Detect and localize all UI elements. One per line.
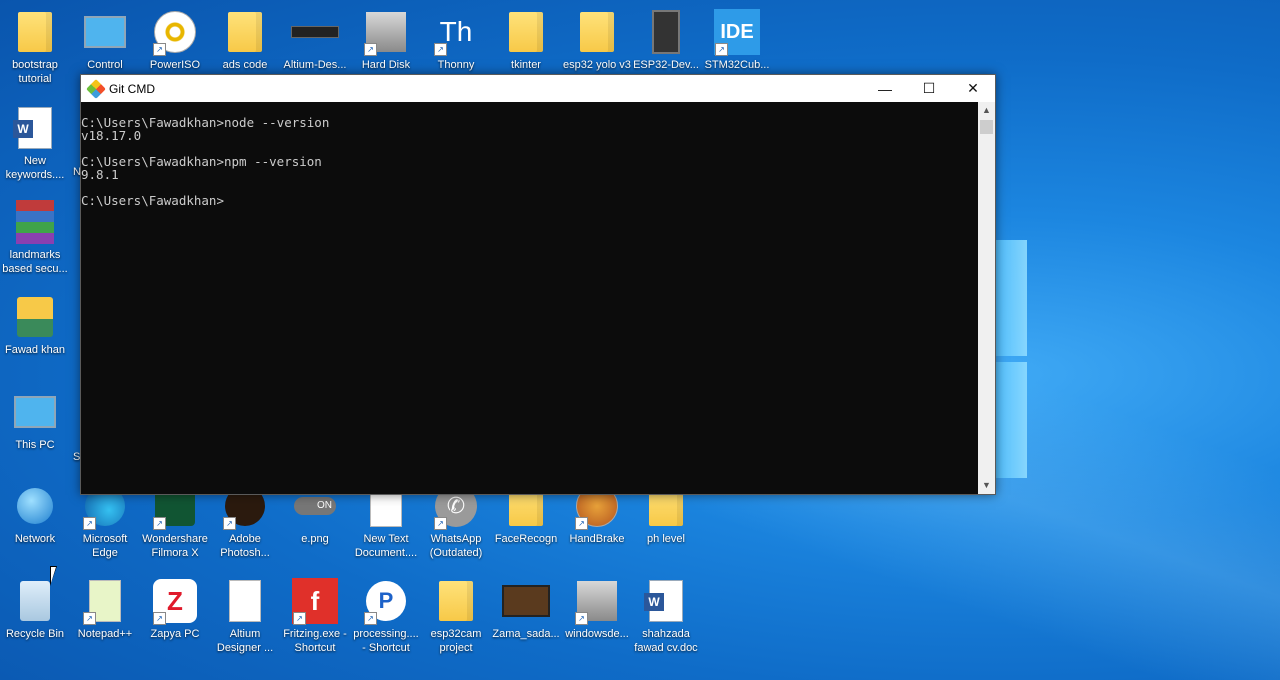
recycle-bin-icon — [20, 581, 50, 621]
console-prompt[interactable]: C:\Users\Fawadkhan> — [81, 194, 979, 207]
altium-icon — [291, 26, 339, 38]
folder-icon — [18, 12, 52, 52]
desktop-icon-hard-disk[interactable]: ↗ Hard Disk — [348, 8, 424, 72]
folder-icon — [509, 12, 543, 52]
desktop-icon-windowsdev[interactable]: ↗ windowsde... — [559, 577, 635, 641]
desktop-icon-tkinter[interactable]: tkinter — [488, 8, 564, 72]
desktop-icon-altium-des[interactable]: Altium-Des... — [277, 8, 353, 72]
desktop-icon-notepadpp[interactable]: ↗ Notepad++ — [67, 577, 143, 641]
console-line: C:\Users\Fawadkhan>npm --version — [81, 154, 322, 169]
word-doc-icon: W — [644, 580, 683, 622]
word-doc-icon: W — [13, 107, 52, 149]
desktop-icon-esp32-yolo-v3[interactable]: esp32 yolo v3 — [559, 8, 635, 72]
desktop-icon-shahzada-cv[interactable]: W shahzada fawad cv.doc — [628, 577, 704, 655]
desktop-icon-zama-sada[interactable]: Zama_sada... — [488, 577, 564, 641]
git-cmd-window[interactable]: Git CMD — ☐ ✕ C:\Users\Fawadkhan>node --… — [80, 74, 996, 495]
close-button[interactable]: ✕ — [951, 75, 995, 102]
folder-icon — [228, 12, 262, 52]
desktop-icon-thonny[interactable]: Th ↗ Thonny — [418, 8, 494, 72]
desktop-icon-esp32cam-project[interactable]: esp32cam project — [418, 577, 494, 655]
desktop-icon-bootstrap-tutorial[interactable]: bootstrap tutorial — [0, 8, 73, 86]
window-titlebar[interactable]: Git CMD — ☐ ✕ — [81, 75, 995, 102]
mouse-pointer-icon — [50, 566, 57, 586]
folder-icon — [580, 12, 614, 52]
video-icon — [502, 585, 550, 617]
vertical-scrollbar[interactable]: ▲ ▼ — [978, 102, 995, 494]
desktop-icon-altium-designer[interactable]: Altium Designer ... — [207, 577, 283, 655]
control-panel-icon — [84, 16, 126, 48]
desktop-icon-poweriso[interactable]: ↗ PowerISO — [137, 8, 213, 72]
desktop-icon-fawad-khan[interactable]: Fawad khan — [0, 293, 73, 357]
winrar-icon — [16, 200, 54, 244]
desktop-icon-control[interactable]: Control — [67, 8, 143, 72]
console-line: 9.8.1 — [81, 167, 119, 182]
windows-logo-wallpaper — [996, 240, 1028, 480]
window-title: Git CMD — [109, 81, 155, 96]
user-folder-icon — [17, 297, 53, 337]
this-pc-icon — [14, 396, 56, 428]
desktop-icon-recycle-bin[interactable]: Recycle Bin — [0, 577, 73, 641]
console-line: C:\Users\Fawadkhan>node --version — [81, 115, 330, 130]
desktop-icon-landmarks[interactable]: landmarks based secu... — [0, 198, 73, 276]
desktop-icon-zapya[interactable]: Z ↗ Zapya PC — [137, 577, 213, 641]
folder-icon — [439, 581, 473, 621]
scroll-thumb[interactable] — [980, 120, 993, 134]
esp32-icon — [652, 10, 680, 54]
desktop-icon-network[interactable]: Network — [0, 482, 73, 546]
git-icon — [86, 78, 106, 99]
console-output[interactable]: C:\Users\Fawadkhan>node --version v18.17… — [81, 102, 979, 508]
desktop-icon-new-keywords[interactable]: W New keywords.... — [0, 104, 73, 182]
scroll-up-icon[interactable]: ▲ — [978, 102, 995, 119]
maximize-button[interactable]: ☐ — [907, 75, 951, 102]
console-line: v18.17.0 — [81, 128, 142, 143]
minimize-button[interactable]: — — [863, 75, 907, 102]
network-icon — [17, 488, 53, 524]
desktop-icon-esp32-dev[interactable]: ESP32-Dev... — [628, 8, 704, 72]
desktop-icon-processing[interactable]: P ↗ processing.... - Shortcut — [348, 577, 424, 655]
scroll-down-icon[interactable]: ▼ — [978, 477, 995, 494]
desktop-icon-ads-code[interactable]: ads code — [207, 8, 283, 72]
text-doc-icon — [229, 580, 261, 622]
desktop-icon-stm32cube[interactable]: IDE ↗ STM32Cub... — [699, 8, 775, 72]
desktop-icon-this-pc[interactable]: This PC — [0, 388, 73, 452]
desktop-icon-fritzing[interactable]: f ↗ Fritzing.exe - Shortcut — [277, 577, 353, 655]
